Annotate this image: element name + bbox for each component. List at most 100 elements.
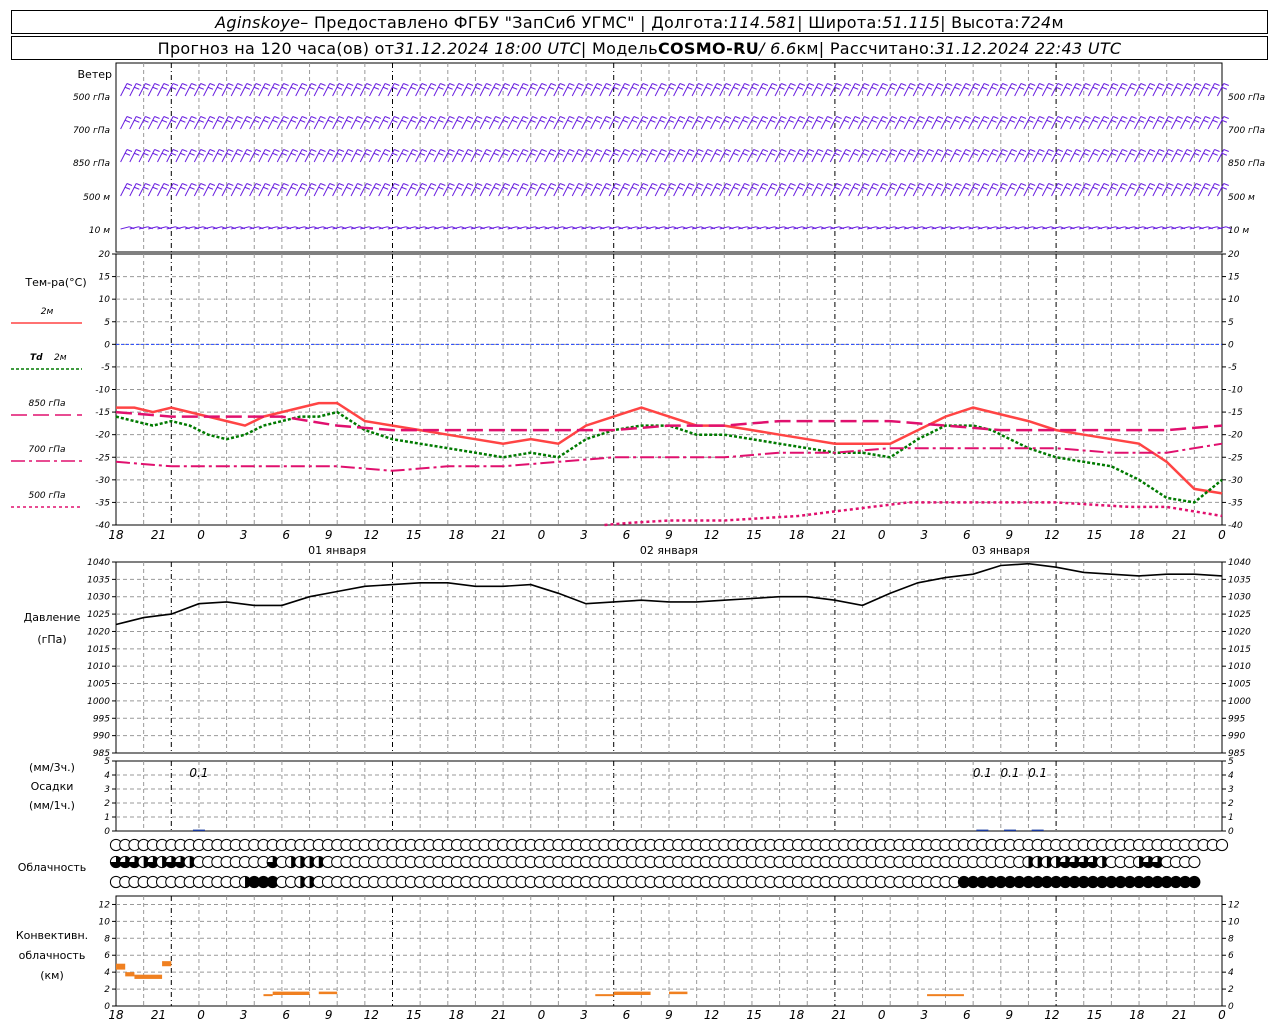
wind-barb-feather <box>744 149 750 152</box>
wind-barb-feather <box>218 83 225 86</box>
wind-barb-feather <box>410 152 416 156</box>
temp-tick-label-left: -30 <box>95 476 110 486</box>
wind-barb-feather <box>550 83 557 86</box>
x-tick-label: 21 <box>832 528 847 542</box>
wind-barb-feather <box>1055 152 1062 156</box>
wind-barb-feather <box>854 83 861 86</box>
wind-barb-feather <box>145 183 151 186</box>
wind-barb-feather <box>723 86 730 90</box>
x-tick-label-bottom: 9 <box>325 1008 333 1022</box>
wind-barb-feather <box>511 186 518 190</box>
convective-bar <box>116 963 126 970</box>
wind-barb-feather <box>762 149 769 152</box>
wind-barb-feather <box>484 186 490 190</box>
wind-barb-feather <box>290 86 297 90</box>
wind-barb-feather <box>272 86 278 90</box>
wind-barb-feather <box>477 116 483 119</box>
wind-barb-feather <box>735 183 741 186</box>
wind-barb-feather <box>180 152 186 156</box>
wind-barb-feather <box>797 186 804 190</box>
wind-barb-feather <box>963 86 969 90</box>
wind-barb-feather <box>937 149 944 152</box>
wind-barb-feather <box>1011 83 1017 86</box>
wind-barb-feather <box>606 83 612 86</box>
wind-level-label-left: 850 гПа <box>73 159 110 169</box>
x-tick-label-bottom: 15 <box>746 1008 761 1022</box>
wind-barb-feather <box>1066 149 1073 152</box>
wind-barb-feather <box>836 183 842 186</box>
wind-barb-feather <box>852 186 859 190</box>
wind-barb-feather <box>806 86 813 90</box>
convective-bar <box>318 991 338 995</box>
wind-barb-feather <box>458 83 464 86</box>
wind-barb-feather <box>456 119 463 123</box>
wind-barb-feather <box>668 152 675 156</box>
wind-barb-feather <box>578 83 584 86</box>
wind-barb-feather <box>650 152 656 156</box>
wind-barb-feather <box>716 183 723 186</box>
wind-barb-feather <box>1140 116 1146 119</box>
wind-barb-feather <box>1166 119 1172 123</box>
wind-barb-feather <box>983 116 990 119</box>
wind-barb-feather <box>871 86 877 90</box>
wind-barb-feather <box>1168 183 1174 186</box>
wind-barb-feather <box>1085 149 1091 152</box>
wind-barb-feather <box>954 186 960 190</box>
wind-barb-feather <box>974 149 981 152</box>
wind-barb-feather <box>366 83 372 86</box>
wind-barb-feather <box>532 116 538 119</box>
wind-barb-feather <box>1037 119 1043 123</box>
wind-barb-feather <box>1194 152 1200 156</box>
wind-barb-feather <box>548 186 555 190</box>
wind-barb-feather <box>182 183 188 186</box>
wind-barb-feather <box>163 183 170 186</box>
wind-barb-feather <box>550 116 557 119</box>
precip-tick-label-right: 0 <box>1228 827 1234 837</box>
temp-tick-label-right: 20 <box>1228 250 1240 260</box>
wind-barb-feather <box>244 86 251 90</box>
wind-barb-feather <box>1103 149 1110 152</box>
wind-barb-feather <box>217 186 223 190</box>
wind-barb-feather <box>292 83 299 86</box>
wind-barb-feather <box>797 152 804 156</box>
wind-barb-feather <box>235 186 241 190</box>
wind-barb-feather <box>578 183 584 186</box>
wind-barb-feather <box>1064 86 1071 90</box>
wind-barb-feather <box>346 186 352 190</box>
wind-barb-feather <box>698 83 704 86</box>
wind-barb-feather <box>652 83 658 86</box>
wind-barb-feather <box>373 86 380 90</box>
wind-barb-feather <box>917 152 923 156</box>
pressure-tick-label-right: 1035 <box>1228 575 1251 585</box>
wind-barb-feather <box>668 186 675 190</box>
wind-barb-feather <box>440 183 446 186</box>
wind-barb-feather <box>1018 86 1025 90</box>
t700-line-legend-label: 700 гПа <box>28 445 65 455</box>
wind-barb-feather <box>965 83 971 86</box>
wind-barb-feather <box>742 186 748 190</box>
wind-barb-feather <box>845 149 852 152</box>
pressure-tick-label-left: 1040 <box>87 558 110 568</box>
wind-barb-feather <box>145 83 151 86</box>
wind-barb-feather <box>652 183 658 186</box>
wind-barb-feather <box>880 186 887 190</box>
wind-barb-feather <box>744 116 750 119</box>
wind-barb-feather <box>606 149 612 152</box>
x-tick-label-bottom: 21 <box>832 1008 847 1022</box>
precip-bar <box>1031 829 1044 831</box>
wind-barb-feather <box>255 83 262 86</box>
wind-barb-feather <box>578 116 584 119</box>
wind-barb-feather <box>845 116 852 119</box>
wind-barb-feather <box>521 119 527 123</box>
wind-barb-feather <box>1009 86 1016 90</box>
wind-barb-feather <box>1018 186 1025 190</box>
wind-barb-feather <box>613 86 619 90</box>
wind-barb-feather <box>1122 149 1128 152</box>
wind-barb-feather <box>182 116 188 119</box>
wind-barb-feather <box>854 149 861 152</box>
wind-barb-feather <box>180 186 186 190</box>
wind-barb-feather <box>419 86 426 90</box>
wind-barb-feather <box>180 119 186 123</box>
wind-barb-feather <box>779 152 785 156</box>
wind-barb-feather <box>852 119 859 123</box>
